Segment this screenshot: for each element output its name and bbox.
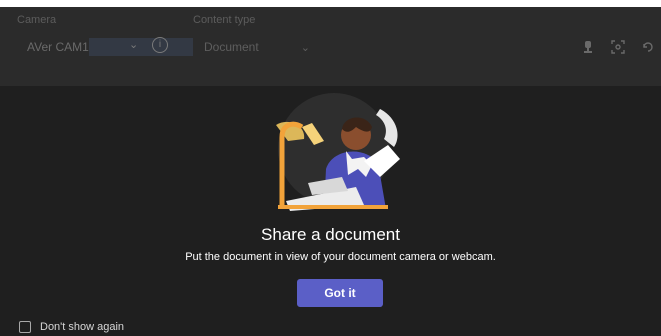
rotate-icon[interactable] — [641, 40, 655, 54]
content-type-label: Content type — [193, 14, 256, 26]
chevron-down-icon: ⌄ — [129, 39, 139, 51]
content-type-value: Document — [204, 40, 259, 54]
content-type-dropdown[interactable]: Document ⌄ — [204, 40, 310, 54]
camera-tools — [581, 40, 655, 54]
dont-show-again-checkbox[interactable] — [19, 321, 31, 333]
dont-show-again-label: Don't show again — [40, 321, 125, 333]
share-document-illustration — [276, 93, 400, 211]
dont-show-again-option[interactable]: Don't show again — [19, 321, 124, 333]
info-icon[interactable]: i — [152, 37, 168, 53]
dialog-description: Put the document in view of your documen… — [185, 251, 496, 263]
camera-dropdown[interactable]: AVer CAM1 ⌄ i — [19, 36, 193, 58]
document-camera-panel: Camera Content type AVer CAM1 ⌄ i Docume… — [0, 7, 661, 336]
camera-settings-bar: Camera Content type AVer CAM1 ⌄ i Docume… — [0, 7, 661, 86]
camera-settings-icon[interactable] — [581, 40, 595, 54]
chevron-down-icon: ⌄ — [300, 41, 310, 54]
camera-label: Camera — [17, 14, 57, 26]
camera-value: AVer CAM1 — [27, 40, 89, 54]
selection-highlight — [89, 38, 193, 56]
got-it-button[interactable]: Got it — [297, 279, 383, 307]
focus-frame-icon[interactable] — [611, 40, 625, 54]
dialog-title: Share a document — [261, 225, 400, 244]
